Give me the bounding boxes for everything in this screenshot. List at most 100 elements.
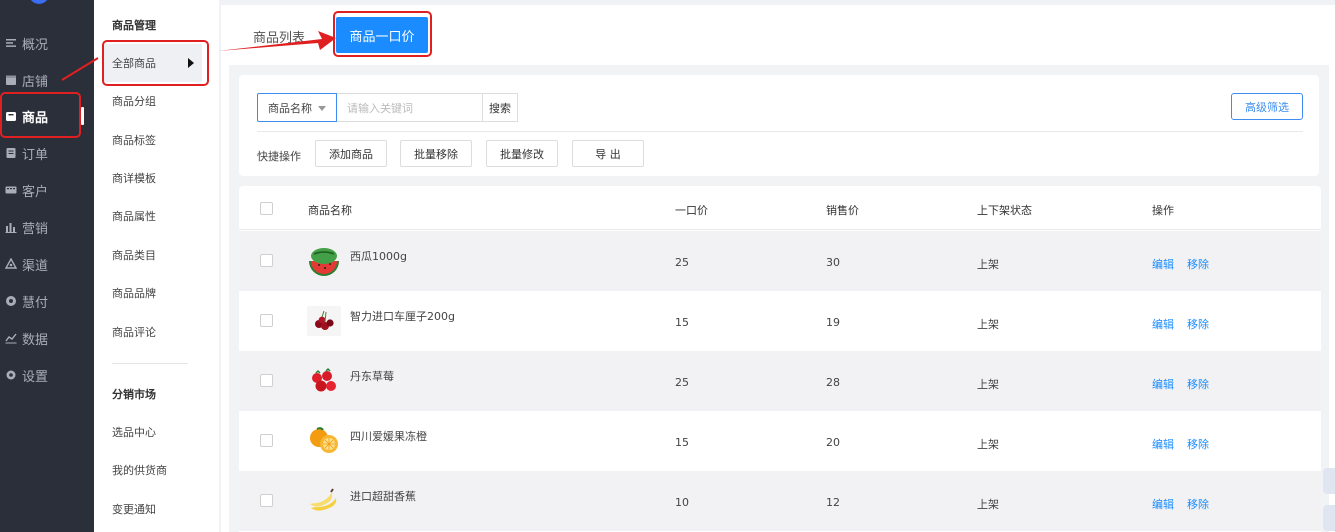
row-checkbox[interactable]	[260, 494, 273, 507]
batch-remove-button[interactable]: 批量移除	[400, 140, 472, 167]
header-sale-price: 销售价	[826, 204, 859, 217]
header-status: 上下架状态	[977, 204, 1032, 217]
select-value: 商品名称	[268, 101, 312, 115]
row-checkbox[interactable]	[260, 374, 273, 387]
status-text: 上架	[977, 318, 999, 331]
submenu-item-change-notice[interactable]: 变更通知	[104, 490, 202, 528]
edit-link[interactable]: 编辑	[1152, 436, 1174, 452]
chart-bars-icon	[5, 221, 17, 233]
remove-link[interactable]: 移除	[1187, 496, 1209, 512]
nav-label: 数据	[22, 332, 49, 348]
sale-price: 28	[826, 376, 840, 389]
fixed-price: 25	[675, 376, 689, 389]
header-fixed-price: 一口价	[675, 204, 708, 217]
product-name: 进口超甜香蕉	[350, 490, 416, 503]
quick-actions-label: 快捷操作	[257, 150, 301, 163]
scroll-top-button[interactable]	[1323, 468, 1335, 494]
gear-icon	[5, 369, 17, 381]
nav-label: 客户	[22, 184, 49, 200]
export-button[interactable]: 导 出	[572, 140, 644, 167]
add-goods-button[interactable]: 添加商品	[315, 140, 387, 167]
submenu-item-selection-center[interactable]: 选品中心	[104, 413, 202, 451]
select-all-checkbox[interactable]	[260, 202, 273, 215]
table-row: 西瓜1000g 25 30 上架 编辑 移除	[239, 231, 1321, 291]
list-icon	[5, 37, 17, 49]
batch-edit-button[interactable]: 批量修改	[486, 140, 558, 167]
remove-link[interactable]: 移除	[1187, 316, 1209, 332]
row-checkbox[interactable]	[260, 434, 273, 447]
annotation-box-goods	[0, 92, 81, 138]
nav-item-orders[interactable]: 订单	[0, 135, 94, 171]
table-row: 进口超甜香蕉 10 12 上架 编辑 移除	[239, 471, 1321, 531]
order-icon	[5, 147, 17, 159]
product-name: 四川爱媛果冻橙	[350, 430, 427, 443]
submenu-item-label: 商品标签	[112, 134, 156, 147]
submenu-item-detail-template[interactable]: 商详模板	[104, 159, 202, 197]
submenu-section-title: 分销市场	[112, 388, 156, 401]
product-name: 西瓜1000g	[350, 250, 407, 263]
strawberry-icon	[312, 367, 336, 392]
row-checkbox[interactable]	[260, 314, 273, 327]
submenu-item-attributes[interactable]: 商品属性	[104, 197, 202, 235]
submenu-item-reviews[interactable]: 商品评论	[104, 313, 202, 351]
filter-panel: 商品名称 请输入关键词 搜索 高级筛选 快捷操作 添加商品 批量移除 批量修改 …	[239, 75, 1319, 176]
submenu-item-my-suppliers[interactable]: 我的供货商	[104, 451, 202, 489]
product-thumbnail	[307, 306, 341, 336]
nav-item-marketing[interactable]: 营销	[0, 209, 94, 245]
advanced-filter-button[interactable]: 高级筛选	[1231, 93, 1303, 120]
status-text: 上架	[977, 378, 999, 391]
help-button[interactable]	[1323, 505, 1335, 531]
keyword-input[interactable]: 请输入关键词	[337, 93, 483, 122]
remove-link[interactable]: 移除	[1187, 256, 1209, 272]
table-row: 智力进口车厘子200g 15 19 上架 编辑 移除	[239, 291, 1321, 351]
nav-item-customers[interactable]: 客户	[0, 172, 94, 208]
goods-table: 商品名称 一口价 销售价 上下架状态 操作 西瓜1000g 25 30 上架 编…	[239, 186, 1321, 532]
active-indicator	[81, 107, 84, 125]
submenu-item-label: 商品类目	[112, 249, 156, 262]
product-thumbnail	[307, 426, 341, 456]
submenu-item-tags[interactable]: 商品标签	[104, 121, 202, 159]
table-row: 丹东草莓 25 28 上架 编辑 移除	[239, 351, 1321, 411]
nav-label: 概况	[22, 37, 49, 53]
store-icon	[5, 74, 17, 86]
chevron-down-icon	[318, 106, 326, 111]
search-field-select[interactable]: 商品名称	[257, 93, 337, 122]
submenu-item-categories[interactable]: 商品类目	[104, 236, 202, 274]
row-checkbox[interactable]	[260, 254, 273, 267]
submenu-item-label: 我的供货商	[112, 464, 167, 477]
nav-item-overview[interactable]: 概况	[0, 25, 94, 61]
sale-price: 12	[826, 496, 840, 509]
tab-goods-list[interactable]: 商品列表	[253, 27, 305, 46]
nav-label: 渠道	[22, 258, 49, 274]
edit-link[interactable]: 编辑	[1152, 256, 1174, 272]
submenu-item-label: 商品品牌	[112, 287, 156, 300]
submenu-item-label: 商品评论	[112, 326, 156, 339]
nav-item-settings[interactable]: 设置	[0, 357, 94, 393]
cherry-icon	[307, 306, 341, 336]
edit-link[interactable]: 编辑	[1152, 316, 1174, 332]
submenu-item-label: 商品分组	[112, 95, 156, 108]
remove-link[interactable]: 移除	[1187, 376, 1209, 392]
submenu-item-groups[interactable]: 商品分组	[104, 82, 202, 120]
submenu-divider	[112, 363, 188, 364]
product-name: 智力进口车厘子200g	[350, 310, 455, 323]
submenu-item-brands[interactable]: 商品品牌	[104, 274, 202, 312]
content-area: 商品名称 请输入关键词 搜索 高级筛选 快捷操作 添加商品 批量移除 批量修改 …	[229, 65, 1329, 532]
remove-link[interactable]: 移除	[1187, 436, 1209, 452]
banana-icon	[310, 488, 337, 511]
status-text: 上架	[977, 438, 999, 451]
edit-link[interactable]: 编辑	[1152, 376, 1174, 392]
product-thumbnail	[307, 366, 341, 396]
nav-label: 设置	[22, 369, 49, 385]
search-button[interactable]: 搜索	[482, 93, 518, 122]
nav-item-pay[interactable]: 慧付	[0, 283, 94, 319]
nav-item-channels[interactable]: 渠道	[0, 246, 94, 282]
edit-link[interactable]: 编辑	[1152, 496, 1174, 512]
product-thumbnail	[307, 246, 341, 276]
status-text: 上架	[977, 258, 999, 271]
nav-item-data[interactable]: 数据	[0, 320, 94, 356]
table-row: 四川爱媛果冻橙 15 20 上架 编辑 移除	[239, 411, 1321, 471]
nav-label: 慧付	[22, 295, 49, 311]
submenu-item-label: 变更通知	[112, 503, 156, 516]
sale-price: 19	[826, 316, 840, 329]
